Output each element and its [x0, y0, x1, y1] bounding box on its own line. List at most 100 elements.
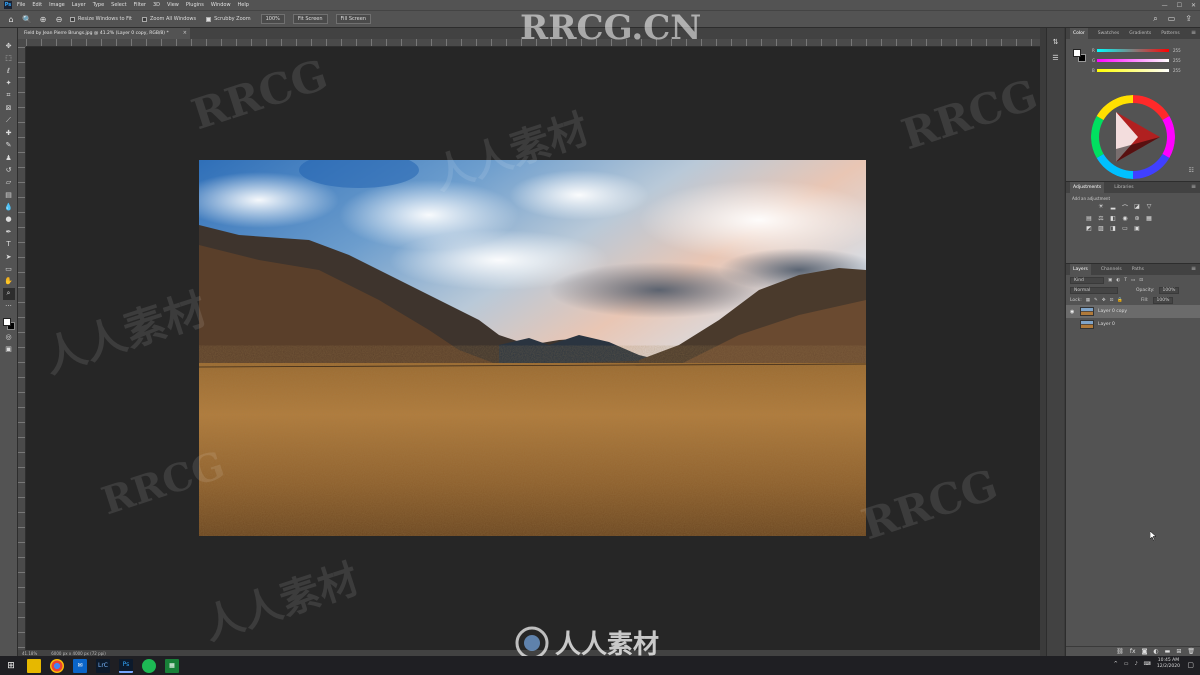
- dodge-tool-icon[interactable]: ●: [3, 213, 15, 225]
- healing-brush-tool-icon[interactable]: ✚: [3, 127, 15, 139]
- panel-menu-icon[interactable]: ≡: [1191, 265, 1196, 272]
- blend-mode-select[interactable]: Normal: [1070, 286, 1118, 294]
- tab-adjustments[interactable]: Adjustments: [1070, 182, 1105, 193]
- menu-help[interactable]: Help: [238, 2, 249, 8]
- color-balance-icon[interactable]: ⚖: [1096, 215, 1106, 222]
- notifications-icon[interactable]: ▢: [1187, 661, 1194, 669]
- red-slider[interactable]: R 255: [1092, 47, 1192, 54]
- clone-stamp-tool-icon[interactable]: ♟: [3, 152, 15, 164]
- filter-pixel-icon[interactable]: ▣: [1108, 278, 1112, 283]
- lock-position-icon[interactable]: ✥: [1102, 298, 1106, 303]
- hue-saturation-icon[interactable]: ▤: [1084, 215, 1094, 222]
- clock[interactable]: 10:45 AM 12/2/2020: [1157, 658, 1180, 670]
- layer-row[interactable]: Layer 0: [1066, 318, 1200, 331]
- eyedropper-tool-icon[interactable]: ⟋: [3, 114, 15, 126]
- color-panel-swatches[interactable]: [1073, 49, 1087, 63]
- document-dimensions[interactable]: 6000 px x 4000 px (72 ppi): [51, 651, 106, 656]
- black-white-icon[interactable]: ◧: [1108, 215, 1118, 222]
- blue-slider[interactable]: B 255: [1092, 67, 1192, 74]
- vertical-ruler[interactable]: [18, 47, 26, 650]
- layer-name[interactable]: Layer 0: [1098, 322, 1115, 327]
- zoom-tool-icon[interactable]: ⌕: [2, 287, 15, 300]
- lasso-tool-icon[interactable]: ℓ: [3, 65, 15, 77]
- color-wheel[interactable]: [1090, 94, 1176, 180]
- history-brush-tool-icon[interactable]: ↺: [3, 164, 15, 176]
- photo-filter-icon[interactable]: ◉: [1120, 215, 1130, 222]
- language-icon[interactable]: ⌨: [1144, 661, 1151, 667]
- lock-all-icon[interactable]: 🔒: [1117, 298, 1123, 303]
- maximize-icon[interactable]: ☐: [1177, 2, 1182, 9]
- properties-panel-icon[interactable]: ☰: [1052, 54, 1058, 62]
- fit-screen-button[interactable]: Fit Screen: [292, 14, 328, 24]
- frame-tool-icon[interactable]: ⊠: [3, 102, 15, 114]
- tab-layers[interactable]: Layers: [1070, 264, 1091, 275]
- lock-transparent-icon[interactable]: ▦: [1086, 298, 1090, 303]
- menu-type[interactable]: Type: [93, 2, 104, 8]
- photoshop-icon[interactable]: Ps: [119, 658, 133, 673]
- layer-kind-filter[interactable]: Kind: [1070, 276, 1104, 284]
- history-panel-icon[interactable]: ⇅: [1053, 38, 1059, 46]
- lock-image-icon[interactable]: ✎: [1094, 298, 1098, 303]
- hand-tool-icon[interactable]: ✋: [3, 275, 15, 287]
- lightroom-classic-icon[interactable]: LrC: [96, 658, 110, 673]
- zoom-out-icon[interactable]: ⊖: [54, 14, 64, 24]
- layer-row[interactable]: ◉ Layer 0 copy: [1066, 305, 1200, 318]
- resize-windows-checkbox[interactable]: Resize Windows to Fit: [70, 16, 132, 22]
- blur-tool-icon[interactable]: 💧: [3, 201, 15, 213]
- fill-screen-button[interactable]: Fill Screen: [335, 14, 372, 24]
- zoom-in-icon[interactable]: ⊕: [38, 14, 48, 24]
- spotify-icon[interactable]: [142, 658, 156, 673]
- panel-menu-icon[interactable]: ≡: [1191, 183, 1196, 190]
- mail-icon[interactable]: ✉: [73, 658, 87, 673]
- share-icon[interactable]: ⇪: [1185, 14, 1192, 24]
- horizontal-ruler[interactable]: [26, 39, 1040, 47]
- chrome-icon[interactable]: [50, 658, 64, 673]
- marquee-tool-icon[interactable]: ⬚: [3, 52, 15, 64]
- threshold-icon[interactable]: ◨: [1108, 225, 1118, 232]
- color-lookup-icon[interactable]: ▦: [1144, 215, 1154, 222]
- brightness-contrast-icon[interactable]: ☀: [1096, 203, 1106, 212]
- filter-adjustment-icon[interactable]: ◐: [1116, 278, 1120, 283]
- gradient-tool-icon[interactable]: ▤: [3, 189, 15, 201]
- channel-mixer-icon[interactable]: ⊛: [1132, 215, 1142, 222]
- menu-image[interactable]: Image: [49, 2, 65, 8]
- minimize-icon[interactable]: —: [1162, 2, 1168, 9]
- ruler-origin[interactable]: [18, 39, 26, 47]
- document-tab[interactable]: Field by Jean Pierre Brungs.jpg @ 41.2% …: [18, 28, 190, 39]
- gradient-map-icon[interactable]: ▭: [1120, 225, 1130, 232]
- more-tools-icon[interactable]: ···: [3, 300, 15, 312]
- workspace-icon[interactable]: ▭: [1168, 14, 1176, 24]
- layer-name[interactable]: Layer 0 copy: [1098, 309, 1127, 314]
- menu-file[interactable]: File: [17, 2, 25, 8]
- network-icon[interactable]: ▭: [1124, 661, 1129, 667]
- opacity-input[interactable]: 100%: [1158, 286, 1180, 294]
- tab-patterns[interactable]: Patterns: [1161, 31, 1180, 36]
- type-tool-icon[interactable]: T: [3, 238, 15, 250]
- visibility-eye-icon[interactable]: ◉: [1070, 309, 1080, 315]
- add-mask-icon[interactable]: ◙: [1142, 648, 1148, 655]
- vibrance-icon[interactable]: ▽: [1144, 203, 1154, 212]
- menu-3d[interactable]: 3D: [153, 2, 160, 8]
- tab-gradients[interactable]: Gradients: [1129, 31, 1151, 36]
- landscape-photo[interactable]: [199, 160, 866, 536]
- tab-paths[interactable]: Paths: [1132, 267, 1144, 272]
- scrubby-zoom-checkbox[interactable]: Scrubby Zoom: [206, 16, 251, 22]
- levels-icon[interactable]: ▂: [1108, 203, 1118, 212]
- sheets-icon[interactable]: ▦: [165, 658, 179, 673]
- tab-libraries[interactable]: Libraries: [1114, 185, 1133, 190]
- green-slider[interactable]: G 255: [1092, 57, 1192, 64]
- close-tab-icon[interactable]: ×: [183, 30, 187, 36]
- windows-start-icon[interactable]: ⊞: [4, 659, 18, 673]
- panel-menu-icon[interactable]: ≡: [1191, 29, 1196, 36]
- move-tool-icon[interactable]: ✥: [3, 40, 15, 52]
- path-selection-tool-icon[interactable]: ➤: [3, 251, 15, 263]
- filter-type-icon[interactable]: T: [1124, 278, 1127, 283]
- green-value[interactable]: 255: [1173, 58, 1181, 63]
- tab-swatches[interactable]: Swatches: [1098, 31, 1120, 36]
- brush-tool-icon[interactable]: ✎: [3, 139, 15, 151]
- posterize-icon[interactable]: ▨: [1096, 225, 1106, 232]
- shape-tool-icon[interactable]: ▭: [3, 263, 15, 275]
- canvas-area[interactable]: [26, 47, 1040, 650]
- zoom-tool-icon[interactable]: 🔍: [22, 14, 32, 24]
- menu-edit[interactable]: Edit: [32, 2, 42, 8]
